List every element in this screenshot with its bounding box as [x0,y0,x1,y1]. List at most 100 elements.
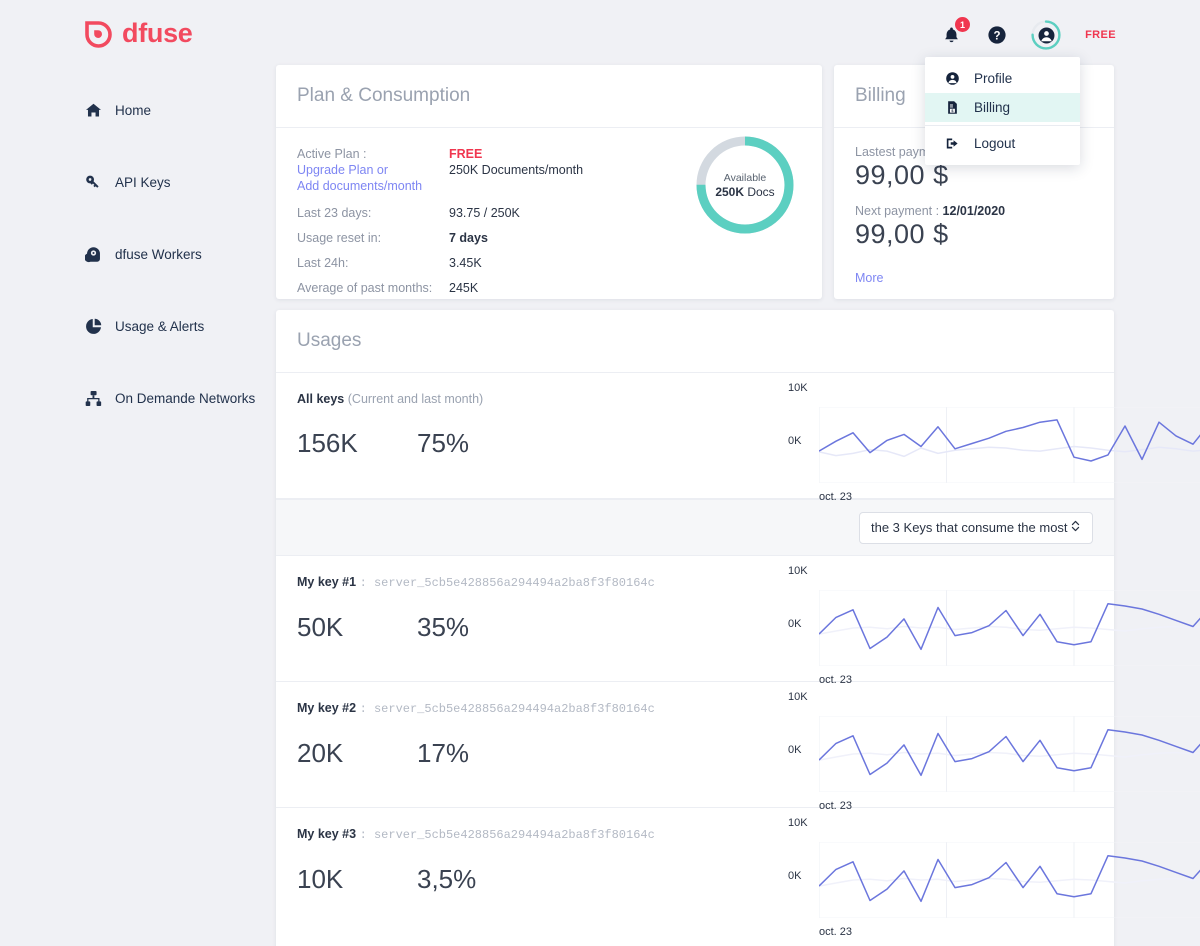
donut-center-label: Available 250K Docs [692,132,798,238]
usage-row-key-value: server_5cb5e428856a294494a2ba8f3f80164c [373,828,655,842]
billing-more-link[interactable]: More [855,271,1093,285]
next-payment-date: 12/01/2020 [942,204,1006,218]
menu-top-padding [925,57,1080,64]
available-docs-donut: Available 250K Docs [692,132,798,238]
add-documents-link[interactable]: Add documents/month [297,178,449,194]
sidebar-item-label: API Keys [115,174,171,190]
menu-item-label: Logout [974,136,1016,151]
plan-row-last-23-days: Last 23 days: 93.75 / 250K [297,205,627,221]
plan-row-value: FREE [449,147,483,161]
usage-row-key-value: server_5cb5e428856a294494a2ba8f3f80164c [373,576,655,590]
next-payment-label: Next payment : 12/01/2020 [855,204,1093,218]
help-button[interactable]: ? [985,23,1009,47]
usage-row-name: My key #3 [297,827,357,841]
menu-item-billing[interactable]: $ Billing [925,93,1080,122]
chart-ytick-min: 0K [788,870,802,882]
avatar[interactable] [1031,20,1061,50]
notifications-badge: 1 [955,17,971,32]
usage-row-heading: My key #3 : server_5cb5e428856a294494a2b… [297,827,1093,842]
chart-ytick-max: 10K [788,817,808,829]
usage-chart-my-key-3 [819,842,1200,918]
usage-percent: 3,5% [417,864,477,894]
usage-row-key-value: server_5cb5e428856a294494a2ba8f3f80164c [373,702,655,716]
chart-ytick-min: 0K [788,435,802,447]
usages-card-title: Usages [297,330,362,351]
brand-logo[interactable]: dfuse [84,18,193,49]
sidebar-item-label: Home [115,102,152,118]
user-icon [944,71,960,86]
user-menu: Profile $ Billing Logout [925,57,1080,165]
sidebar-item-on-demande-networks[interactable]: On Demande Networks [84,380,274,416]
usages-card-header: Usages [276,310,1114,373]
pie-chart-icon [84,317,102,335]
usages-card: Usages All keys (Current and last month)… [276,310,1200,946]
user-circle-icon [1031,20,1061,50]
usage-chart-all-keys [819,407,1200,483]
plan-row-label: Usage reset in: [297,231,382,245]
donut-caption: Available [723,171,767,184]
chart-ytick-max: 10K [788,382,808,394]
key-filter-value: the 3 Keys that consume the most [871,520,1068,535]
sidebar-item-home[interactable]: Home [84,92,274,128]
chart-xtick-start: oct. 23 [819,491,853,503]
plan-row-last-24h: Last 24h: 3.45K [297,255,627,271]
usage-percent: 17% [417,738,470,768]
sidebar-nav: Home API Keys dfuse Workers Usage & Aler… [84,92,274,416]
chart-xtick-start: oct. 23 [819,926,853,938]
usage-row-name: All keys [297,392,345,406]
plan-row-value: 7 days [449,231,488,245]
plan-row-value: 3.45K [449,256,482,270]
chevron-updown-icon [1070,519,1081,536]
usage-row-name: My key #1 [297,575,357,589]
upgrade-plan-link[interactable]: Upgrade Plan or [297,162,449,178]
plan-tag: FREE [1085,29,1116,41]
dashboard-page: dfuse Home API Keys dfuse Workers Usage … [0,0,1200,946]
plan-row-label: Average of past months: [297,281,433,295]
usage-row-my-key-3: My key #3 : server_5cb5e428856a294494a2b… [276,808,1200,938]
invoice-icon: $ [944,100,960,115]
network-icon [84,389,102,407]
usage-row-heading: My key #2 : server_5cb5e428856a294494a2b… [297,701,1093,716]
sidebar-item-api-keys[interactable]: API Keys [84,164,274,200]
menu-item-logout[interactable]: Logout [925,129,1080,158]
chart-ytick-max: 10K [788,565,808,577]
usage-total: 156K [297,428,358,458]
menu-item-profile[interactable]: Profile [925,64,1080,93]
plan-row-label: Last 23 days: [297,206,372,220]
notifications-button[interactable]: 1 [939,17,971,47]
usage-row-key: : server_5cb5e428856a294494a2ba8f3f80164… [359,702,655,716]
plan-row-label: Last 24h: [297,256,349,270]
plan-row-upgrade: Upgrade Plan or 250K Documents/month [297,162,627,178]
usage-chart-my-key-1 [819,590,1200,666]
plan-rows: Active Plan : FREE Upgrade Plan or 250K … [297,146,627,296]
plan-card-header: Plan & Consumption [276,65,822,128]
usage-row-key: : server_5cb5e428856a294494a2ba8f3f80164… [359,828,655,842]
usage-row-heading: My key #1 : server_5cb5e428856a294494a2b… [297,575,1093,590]
chart-ytick-max: 10K [788,691,808,703]
next-payment-label-text: Next payment : [855,204,943,218]
sidebar-item-usage-alerts[interactable]: Usage & Alerts [84,308,274,344]
sidebar-item-label: On Demande Networks [115,390,256,406]
plan-row-label: Active Plan : [297,147,367,161]
dfuse-logo-mark-icon [84,20,112,48]
key-filter-select[interactable]: the 3 Keys that consume the most [859,511,1093,544]
usage-percent: 75% [417,428,470,458]
usage-total: 20K [297,738,344,768]
donut-amount: 250K [715,184,744,199]
usage-row-my-key-2: My key #2 : server_5cb5e428856a294494a2b… [276,682,1200,812]
usage-row-subtitle: (Current and last month) [347,392,484,406]
donut-unit: Docs [747,184,775,199]
plan-row-active-plan: Active Plan : FREE [297,146,627,162]
usage-row-key: : server_5cb5e428856a294494a2ba8f3f80164… [359,576,655,590]
menu-bottom-padding [925,158,1080,165]
usage-row-my-key-1: My key #1 : server_5cb5e428856a294494a2b… [276,556,1200,686]
worker-icon [84,245,102,263]
sidebar-item-dfuse-workers[interactable]: dfuse Workers [84,236,274,272]
chart-ytick-min: 0K [788,744,802,756]
plan-row-add-documents: Add documents/month [297,178,627,194]
